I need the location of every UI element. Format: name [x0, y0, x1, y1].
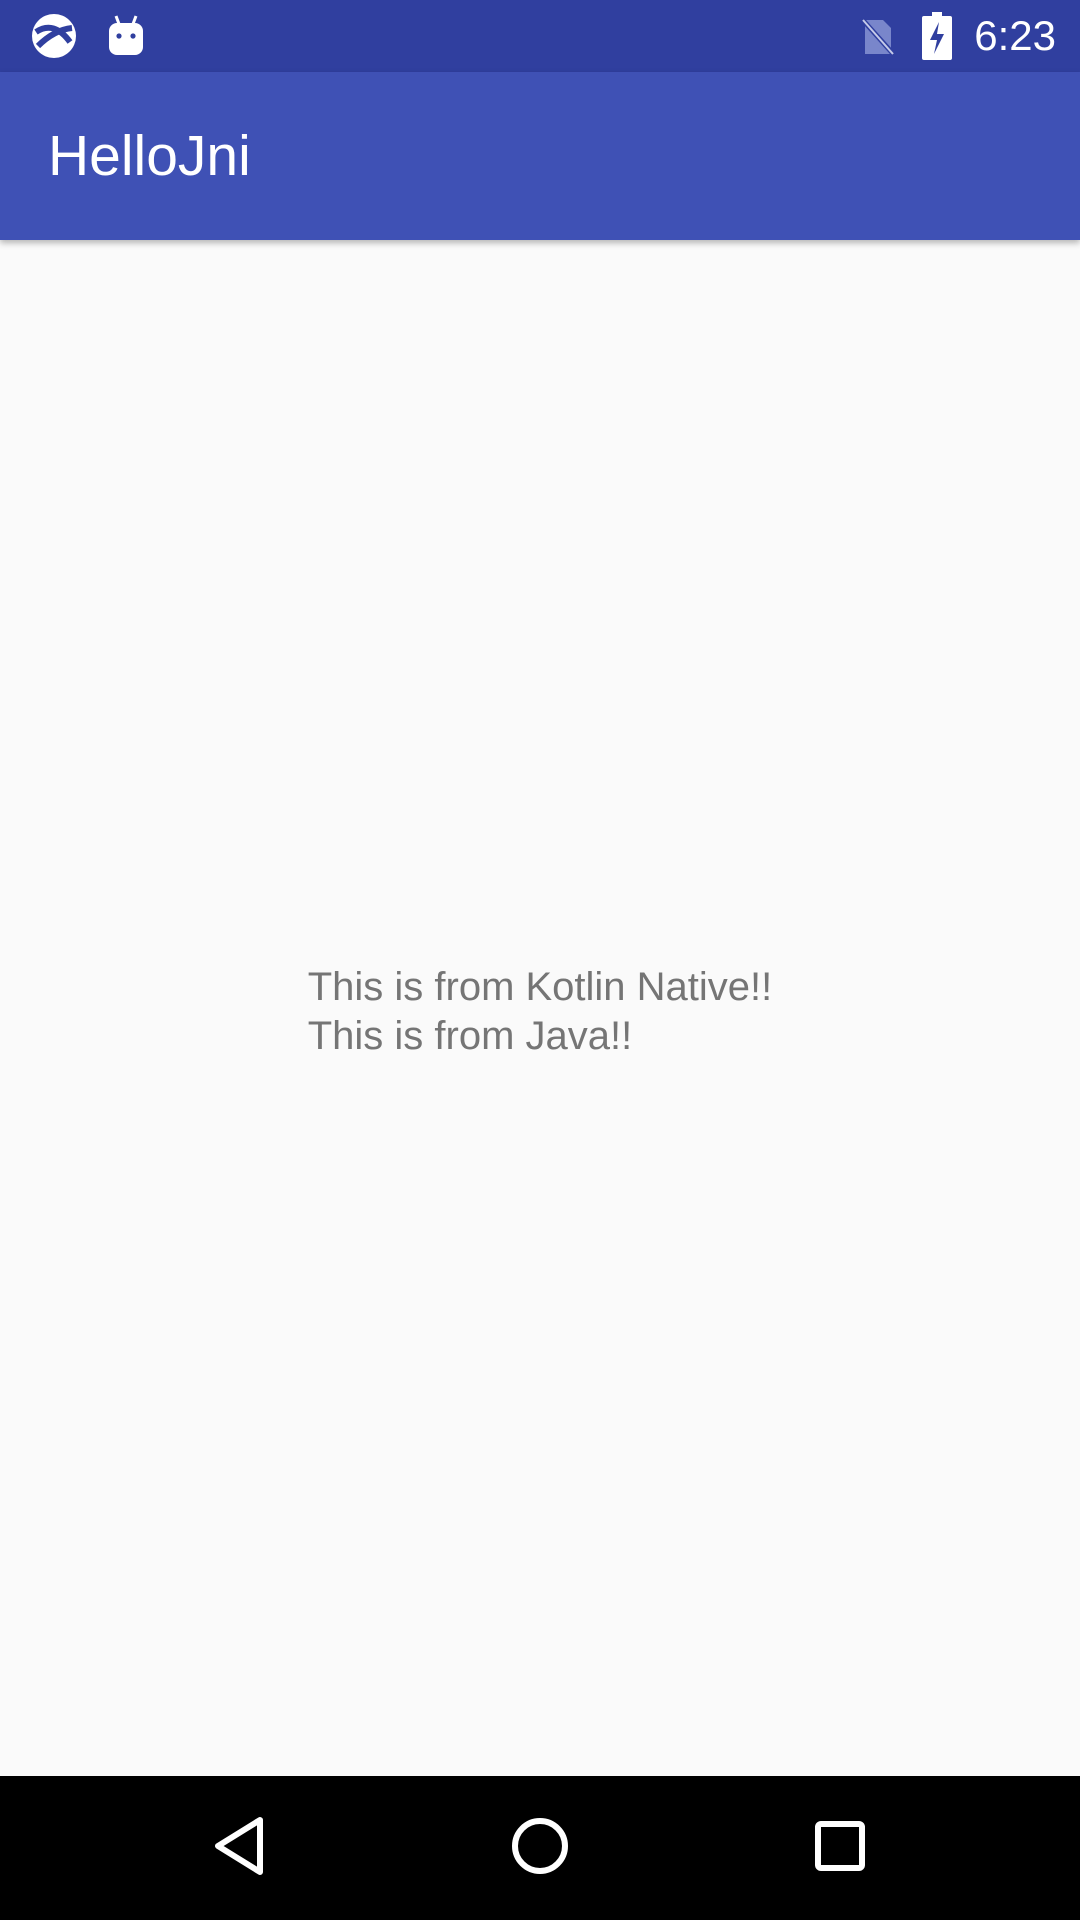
sync-icon: [28, 0, 80, 72]
home-button[interactable]: [468, 1776, 612, 1920]
app-title: HelloJni: [48, 124, 251, 188]
back-button[interactable]: [168, 1776, 312, 1920]
android-icon: [106, 0, 146, 72]
no-sim-icon: [856, 0, 898, 72]
recents-button[interactable]: [768, 1776, 912, 1920]
main-content: This is from Kotlin Native!! This is fro…: [0, 240, 1080, 1776]
message-line-java: This is from Java!!: [307, 1014, 633, 1058]
message-text: This is from Kotlin Native!! This is fro…: [308, 963, 773, 1061]
back-icon: [210, 1814, 270, 1883]
navigation-bar: [0, 1776, 1080, 1920]
battery-charging-icon: [920, 0, 954, 72]
message-line-kotlin: This is from Kotlin Native!!: [307, 965, 773, 1009]
status-bar: 6:23: [0, 0, 1080, 72]
home-icon: [510, 1816, 570, 1881]
recents-icon: [814, 1820, 866, 1877]
status-time: 6:23: [974, 12, 1056, 59]
app-bar: HelloJni: [0, 72, 1080, 240]
